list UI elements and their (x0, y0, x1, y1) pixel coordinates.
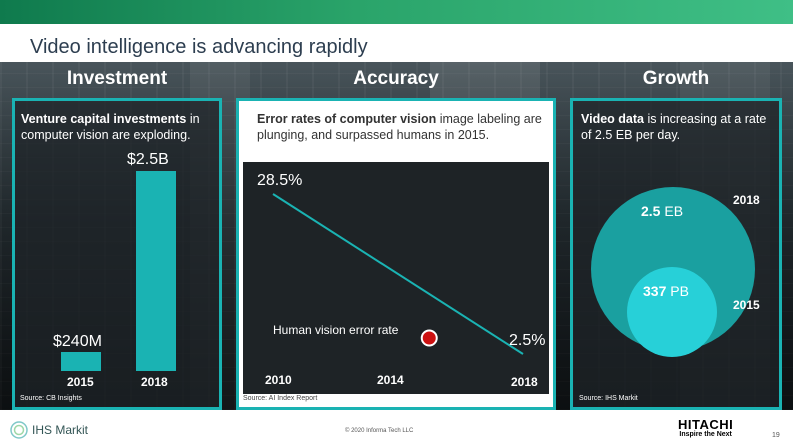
growth-heading: Growth (642, 68, 710, 89)
growth-panel: Video data is increasing at a rate of 2.… (570, 98, 782, 410)
investment-panel: Venture capital investments in computer … (12, 98, 222, 410)
accuracy-description: Error rates of computer vision image lab… (257, 112, 542, 142)
volume-2015-label: 337 PB (643, 283, 689, 299)
hitachi-logo: HITACHI Inspire the Next (678, 418, 733, 439)
investment-heading: Investment (66, 68, 168, 89)
x-tick-label: 2010 (265, 373, 292, 387)
brand-name: HITACHI (678, 417, 734, 432)
ihs-markit-icon (10, 421, 28, 439)
ihs-markit-logo: IHS Markit (10, 421, 88, 439)
accuracy-panel: Error rates of computer vision image lab… (236, 98, 556, 410)
error-rate-svg (272, 193, 524, 355)
start-value-label: 28.5% (257, 172, 303, 189)
page-number: 19 (772, 432, 780, 439)
source-note: Source: AI Index Report (243, 395, 318, 402)
year-2018-label: 2018 (733, 193, 760, 207)
accuracy-heading: Accuracy (353, 68, 439, 89)
bar (136, 171, 176, 371)
brand-tagline: Inspire the Next (679, 431, 732, 438)
logo-text: IHS Markit (32, 423, 89, 437)
bar-year-label: 2015 (67, 375, 94, 389)
source-note: Source: CB Insights (20, 395, 82, 402)
source-note: Source: IHS Markit (579, 395, 638, 402)
x-tick-label: 2014 (377, 373, 404, 387)
copyright: © 2020 Informa Tech LLC (345, 428, 414, 434)
bar-year-label: 2018 (141, 375, 168, 389)
volume-2018-label: 2.5 EB (641, 203, 684, 219)
growth-description: Video data is increasing at a rate of 2.… (581, 112, 767, 142)
error-rate-chart: 28.5% 2.5% Human vision error rate 2010 … (243, 162, 549, 394)
bar-value-label: $240M (53, 333, 102, 350)
investment-description: Venture capital investments in computer … (21, 112, 200, 142)
human-vision-marker (420, 329, 438, 347)
top-band (0, 0, 793, 24)
x-tick-label: 2018 (511, 375, 538, 389)
end-value-label: 2.5% (509, 332, 546, 349)
page-title: Video intelligence is advancing rapidly (30, 36, 368, 58)
bar-value-label: $2.5B (127, 151, 169, 168)
year-2015-label: 2015 (733, 298, 760, 312)
bar (61, 351, 101, 371)
human-vision-label: Human vision error rate (273, 323, 399, 337)
data-volume-2015-circle (627, 267, 717, 357)
